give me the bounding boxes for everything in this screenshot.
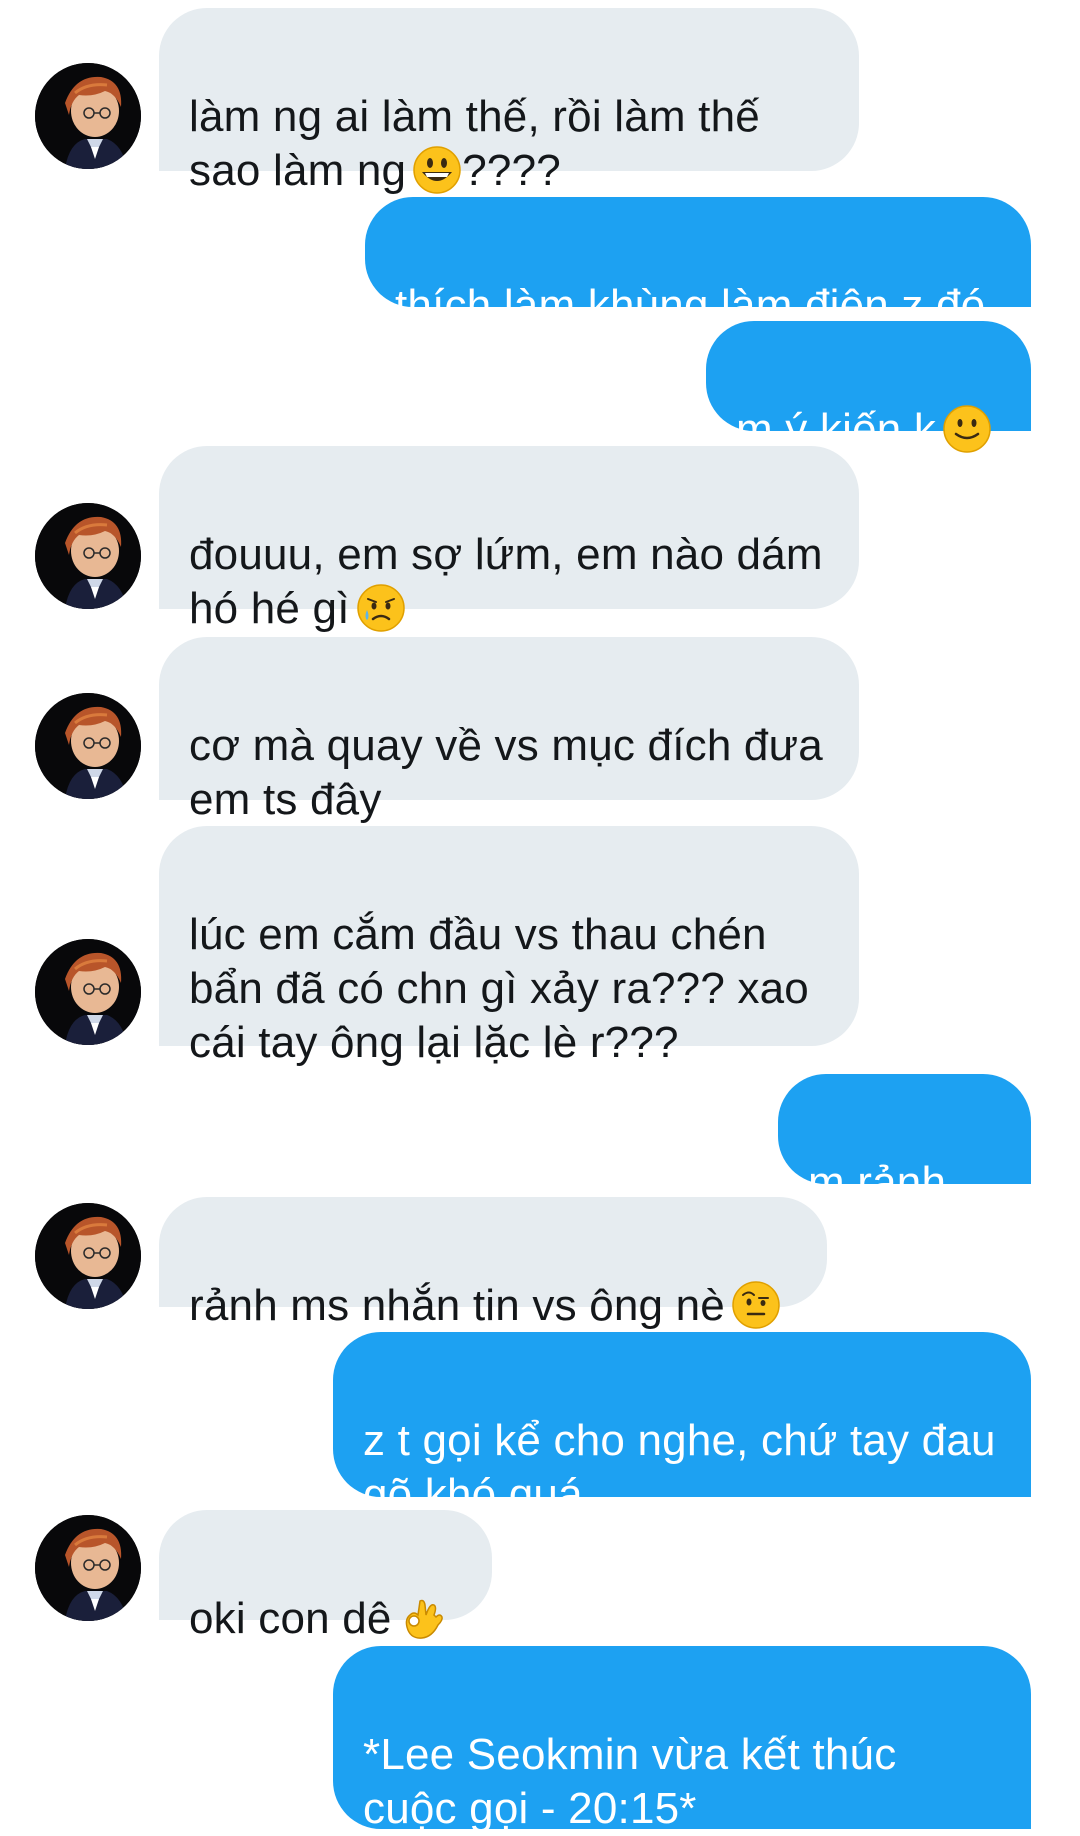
message-bubble-sent[interactable]: m rảnh k? bbox=[778, 1074, 1031, 1261]
message-bubble-received[interactable]: cơ mà quay về vs mục đích đưa em ts đây bbox=[159, 637, 859, 824]
avatar[interactable] bbox=[35, 1515, 141, 1621]
message-bubble-received[interactable]: rảnh ms nhắn tin vs ông nè bbox=[159, 1197, 827, 1330]
grinning-face-icon bbox=[412, 145, 462, 195]
message-text: z t gọi kể cho nghe, chứ tay đau gõ khó … bbox=[363, 1416, 996, 1519]
ok-hand-icon bbox=[398, 1593, 448, 1643]
message-bubble-sent[interactable]: m ý kiến k bbox=[706, 321, 1031, 454]
message-bubble-sent[interactable]: thích làm khùng làm điên z đó bbox=[365, 197, 1031, 330]
message-bubble-received[interactable]: lúc em cắm đầu vs thau chén bẩn đã có ch… bbox=[159, 826, 859, 1067]
avatar[interactable] bbox=[35, 63, 141, 169]
message-text: đouuu, em sợ lứm, em nào dám hó hé gì bbox=[189, 530, 823, 633]
message-bubble-received[interactable]: làm ng ai làm thế, rồi làm thế sao làm n… bbox=[159, 8, 859, 195]
message-text: lúc em cắm đầu vs thau chén bẩn đã có ch… bbox=[189, 910, 809, 1067]
message-bubble-received[interactable]: đouuu, em sợ lứm, em nào dám hó hé gì bbox=[159, 446, 859, 633]
message-text: m rảnh k? bbox=[808, 1158, 947, 1261]
message-bubble-sent[interactable]: z t gọi kể cho nghe, chứ tay đau gõ khó … bbox=[333, 1332, 1031, 1519]
slightly-smiling-face-icon bbox=[942, 404, 992, 454]
message-text: oki con dê bbox=[189, 1594, 392, 1643]
message-text: cơ mà quay về vs mục đích đưa em ts đây bbox=[189, 721, 823, 824]
message-bubble-sent[interactable]: *Lee Seokmin vừa kết thúc cuộc gọi - 20:… bbox=[333, 1646, 1031, 1833]
message-text-tail: ???? bbox=[462, 146, 561, 195]
avatar[interactable] bbox=[35, 939, 141, 1045]
avatar[interactable] bbox=[35, 1203, 141, 1309]
message-bubble-received[interactable]: oki con dê bbox=[159, 1510, 492, 1643]
avatar[interactable] bbox=[35, 693, 141, 799]
sad-relieved-face-icon bbox=[356, 583, 406, 633]
raised-eyebrow-face-icon bbox=[731, 1280, 781, 1330]
avatar[interactable] bbox=[35, 503, 141, 609]
message-text: *Lee Seokmin vừa kết thúc cuộc gọi - 20:… bbox=[363, 1730, 897, 1833]
message-text: rảnh ms nhắn tin vs ông nè bbox=[189, 1281, 725, 1330]
